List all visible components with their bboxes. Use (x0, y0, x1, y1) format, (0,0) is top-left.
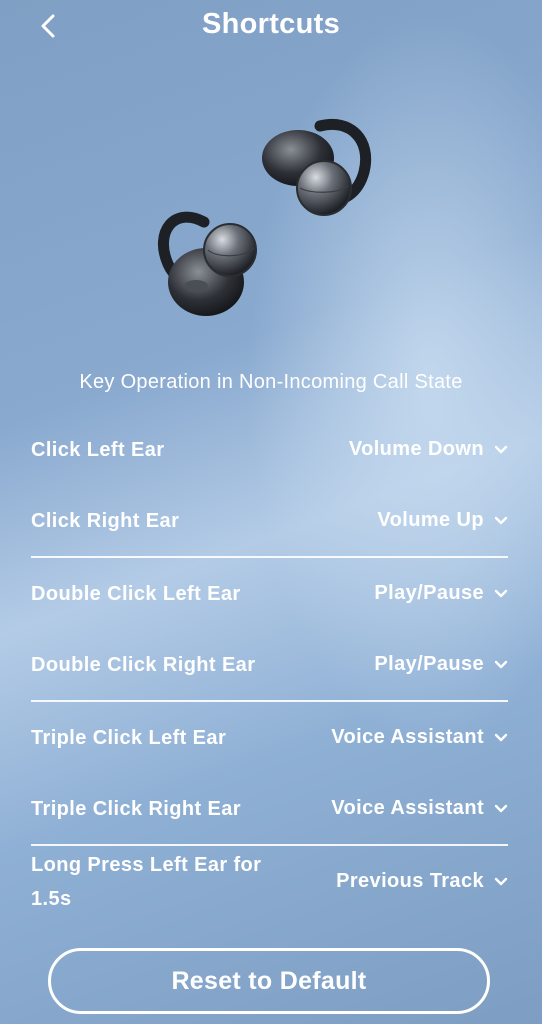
shortcut-label: Long Press Left Ear for 1.5s (31, 853, 262, 910)
shortcut-row-click-left[interactable]: Click Left Ear Volume Down (31, 414, 508, 485)
shortcut-label: Click Right Ear (31, 509, 180, 532)
chevron-down-icon (494, 589, 508, 597)
shortcut-row-double-right[interactable]: Double Click Right Ear Play/Pause (31, 629, 508, 700)
chevron-down-icon (494, 877, 508, 885)
shortcut-dropdown[interactable]: Volume Down (349, 438, 508, 461)
chevron-down-icon (494, 516, 508, 524)
shortcut-value: Volume Down (348, 438, 484, 460)
shortcut-value: Play/Pause (374, 582, 484, 604)
shortcut-dropdown[interactable]: Play/Pause (374, 653, 508, 676)
shortcut-label: Double Click Right Ear (31, 653, 256, 676)
shortcut-value: Previous Track (336, 870, 484, 892)
chevron-down-icon (494, 445, 508, 453)
shortcut-dropdown[interactable]: Volume Up (377, 509, 508, 532)
shortcut-value: Voice Assistant (331, 797, 484, 819)
shortcut-dropdown[interactable]: Voice Assistant (331, 726, 508, 749)
reset-to-default-button[interactable]: Reset to Default (48, 948, 490, 1014)
shortcut-row-triple-right[interactable]: Triple Click Right Ear Voice Assistant (31, 773, 508, 844)
earbuds-image (158, 118, 372, 316)
chevron-down-icon (494, 804, 508, 812)
chevron-down-icon (494, 660, 508, 668)
shortcut-dropdown[interactable]: Play/Pause (374, 582, 508, 605)
section-subtitle: Key Operation in Non-Incoming Call State (79, 371, 463, 393)
shortcut-dropdown[interactable]: Voice Assistant (331, 797, 508, 820)
shortcut-label: Triple Click Right Ear (31, 797, 241, 820)
shortcut-row-click-right[interactable]: Click Right Ear Volume Up (31, 485, 508, 556)
shortcut-label: Double Click Left Ear (31, 582, 241, 605)
top-bar: Shortcuts (0, 0, 542, 54)
page-title: Shortcuts (201, 8, 341, 40)
shortcut-label: Triple Click Left Ear (31, 726, 227, 749)
chevron-down-icon (494, 733, 508, 741)
shortcut-row-double-left[interactable]: Double Click Left Ear Play/Pause (31, 558, 508, 629)
shortcut-list: Click Left Ear Volume Down Click Right E… (31, 414, 508, 917)
shortcut-value: Volume Up (377, 509, 484, 531)
shortcut-dropdown[interactable]: Previous Track (336, 870, 508, 893)
shortcut-row-long-press-left[interactable]: Long Press Left Ear for 1.5s Previous Tr… (31, 846, 508, 917)
shortcut-label: Click Left Ear (31, 438, 165, 461)
shortcut-value: Voice Assistant (331, 726, 484, 748)
shortcut-row-triple-left[interactable]: Triple Click Left Ear Voice Assistant (31, 702, 508, 773)
shortcut-value: Play/Pause (374, 653, 484, 675)
